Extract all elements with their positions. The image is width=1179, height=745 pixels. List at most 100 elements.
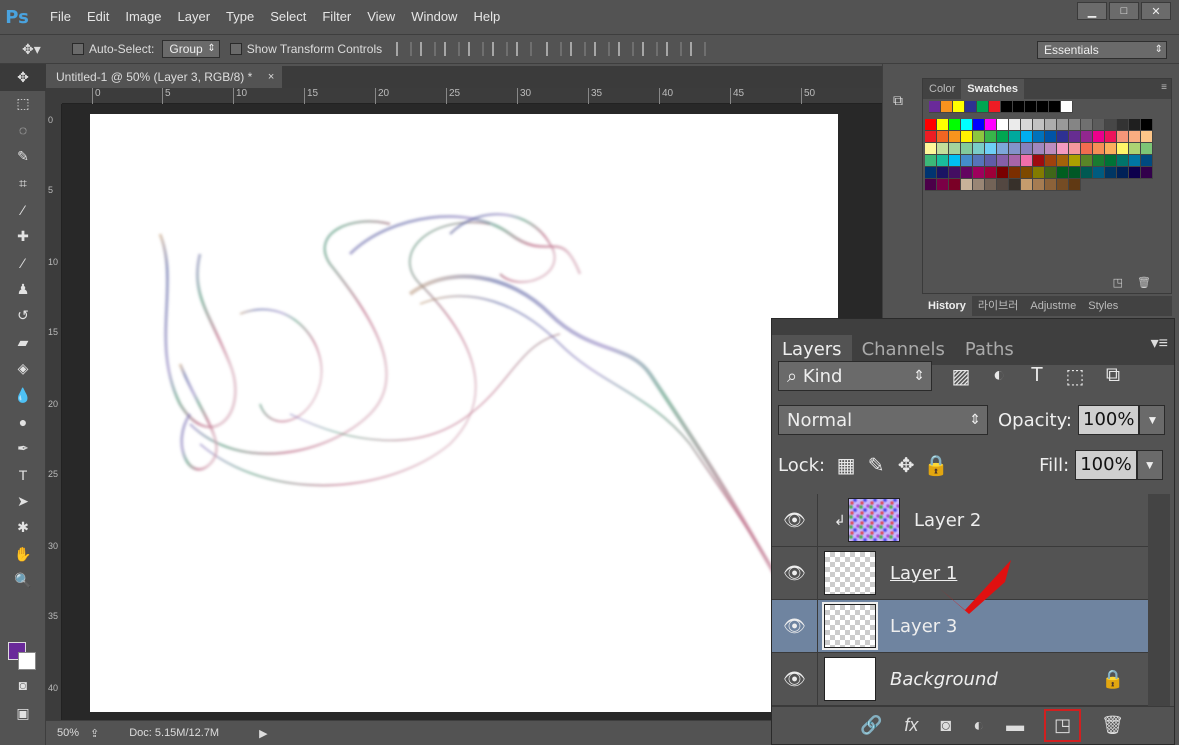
color-swatch[interactable] [1033,179,1045,191]
color-swatch[interactable] [1129,167,1141,179]
color-swatch[interactable] [1009,167,1021,179]
blend-mode-dropdown[interactable]: Normal [778,405,988,435]
color-swatch[interactable] [997,131,1009,143]
type-filter-icon[interactable]: T [1022,364,1052,389]
menu-edit[interactable]: Edit [79,0,117,34]
new-swatch-icon[interactable]: ◳ [1113,276,1123,289]
align-bottom-icon[interactable] [444,42,461,56]
color-swatch[interactable] [1081,119,1093,131]
color-swatch[interactable] [973,155,985,167]
distribute-bottom-icon[interactable] [594,42,611,56]
show-transform-checkbox[interactable]: Show Transform Controls [229,42,382,56]
color-swatch[interactable] [1069,179,1081,191]
color-swatch[interactable] [1021,131,1033,143]
color-swatch[interactable] [1093,131,1105,143]
layer-name[interactable]: Background [890,669,998,690]
stamp-tool-icon[interactable]: ♟ [0,276,46,303]
tab-history[interactable]: History [922,296,972,316]
distribute-hcenter-icon[interactable] [642,42,659,56]
close-icon[interactable]: × [268,66,274,88]
visibility-eye-icon[interactable]: 👁 [772,599,818,653]
color-swatch[interactable] [925,119,937,131]
export-icon[interactable]: ⇪ [90,727,99,740]
recent-swatch[interactable] [1001,101,1013,113]
zoom-level[interactable]: 50% [46,727,90,739]
color-swatch[interactable] [937,143,949,155]
color-swatch[interactable] [1057,119,1069,131]
color-swatch[interactable] [1117,131,1129,143]
distribute-top-icon[interactable] [546,42,563,56]
color-swatch[interactable] [949,167,961,179]
distribute-vcenter-icon[interactable] [570,42,587,56]
shape-filter-icon[interactable]: ⬚ [1060,364,1090,389]
color-swatch[interactable] [1057,155,1069,167]
workspace-dropdown[interactable]: Essentials [1037,41,1167,59]
color-swatch[interactable] [1117,155,1129,167]
color-swatch[interactable] [1105,155,1117,167]
menu-type[interactable]: Type [218,0,262,34]
visibility-eye-icon[interactable]: 👁 [772,546,818,600]
menu-window[interactable]: Window [403,0,465,34]
color-swatch[interactable] [925,131,937,143]
auto-select-dropdown[interactable]: Group [162,40,220,58]
menu-file[interactable]: File [42,0,79,34]
color-swatch[interactable] [1009,143,1021,155]
color-swatch[interactable] [937,179,949,191]
paint-bucket-tool-icon[interactable]: ◈ [0,356,46,383]
eyedropper-tool-icon[interactable]: ⁄ [0,197,46,224]
color-swatch[interactable] [997,167,1009,179]
color-swatch[interactable] [949,143,961,155]
panel-menu-icon[interactable]: ≡ [1161,82,1167,93]
color-swatch[interactable] [1045,167,1057,179]
color-swatch[interactable] [1141,143,1153,155]
color-swatch[interactable] [1129,119,1141,131]
color-swatch[interactable] [1021,143,1033,155]
color-swatch[interactable] [1141,155,1153,167]
color-swatch[interactable] [1069,143,1081,155]
color-swatch[interactable] [1045,155,1057,167]
layer-row[interactable]: 👁 ↲ Layer 2 [772,493,1148,547]
layers-scrollbar[interactable] [1148,494,1170,707]
color-swatch[interactable] [1057,167,1069,179]
document-canvas[interactable] [90,114,852,715]
color-swatch[interactable] [1009,179,1021,191]
eraser-tool-icon[interactable]: ▰ [0,329,46,356]
color-swatch[interactable] [949,179,961,191]
recent-swatch[interactable] [953,101,965,113]
color-swatch[interactable] [1141,131,1153,143]
blur-tool-icon[interactable]: 💧 [0,382,46,409]
recent-swatch[interactable] [1061,101,1073,113]
color-swatch[interactable] [961,167,973,179]
zoom-tool-icon[interactable]: 🔍 [0,568,46,595]
smart-object-filter-icon[interactable]: ⧉ [1098,364,1128,389]
color-swatch[interactable] [925,155,937,167]
recent-swatch[interactable] [1049,101,1061,113]
color-swatch[interactable] [985,119,997,131]
brush-tool-icon[interactable]: ⁄ [0,250,46,277]
new-layer-icon[interactable]: ◳ [1044,709,1082,742]
recent-swatch[interactable] [1025,101,1037,113]
menu-view[interactable]: View [359,0,403,34]
lock-position-icon[interactable]: ✥ [891,453,921,478]
color-swatch[interactable] [985,167,997,179]
color-swatch[interactable] [1009,119,1021,131]
adjustment-filter-icon[interactable]: ◐ [984,364,1014,389]
layer-name[interactable]: Layer 3 [890,616,957,637]
tab-swatches[interactable]: Swatches [961,79,1025,99]
lock-image-icon[interactable]: ✎ [861,453,891,478]
doc-size[interactable]: Doc: 5.15M/12.7M [129,727,219,739]
link-layers-icon[interactable]: 🔗 [860,715,882,736]
color-swatch[interactable] [1021,179,1033,191]
document-tab[interactable]: Untitled-1 @ 50% (Layer 3, RGB/8) * × [46,66,283,88]
menu-help[interactable]: Help [465,0,508,34]
background-color-swatch[interactable] [18,652,36,670]
color-swatch[interactable] [985,155,997,167]
color-swatch[interactable] [1129,155,1141,167]
align-top-icon[interactable] [396,42,413,56]
color-swatch[interactable] [985,143,997,155]
tab-adjustments[interactable]: Adjustme [1024,296,1082,316]
color-swatch[interactable] [1033,131,1045,143]
color-swatch[interactable] [997,119,1009,131]
trash-icon[interactable]: 🗑 [1101,715,1124,736]
opacity-dropdown-icon[interactable]: ▼ [1139,405,1166,435]
